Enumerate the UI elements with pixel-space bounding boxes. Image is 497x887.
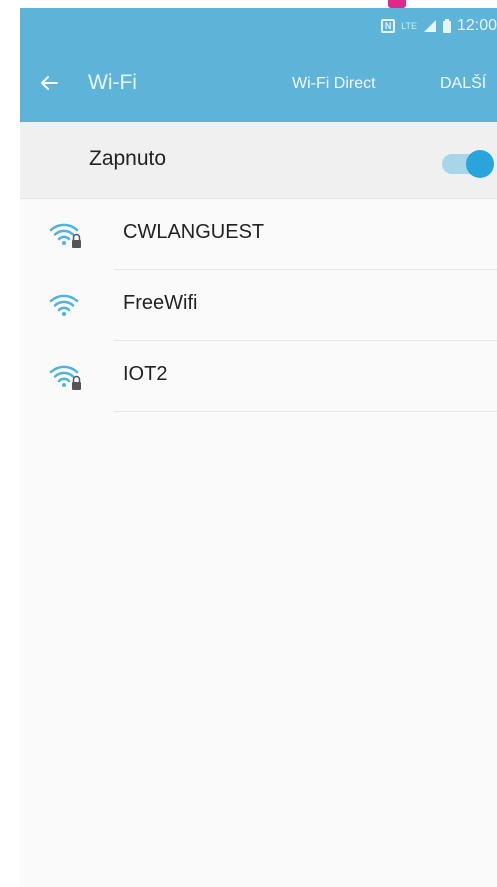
status-icons: N LTE 12:00 — [381, 16, 497, 36]
network-item[interactable]: CWLANGUEST — [20, 199, 497, 270]
network-list: CWLANGUEST FreeWifi IOT2 — [20, 199, 497, 412]
nfc-icon: N — [381, 19, 396, 33]
master-switch-label: Zapnuto — [89, 147, 167, 170]
more-button[interactable]: DALŠÍ — [440, 75, 486, 93]
back-button[interactable] — [34, 70, 64, 100]
network-ssid: IOT2 — [123, 363, 168, 385]
wifi-locked-icon — [49, 363, 83, 391]
divider — [114, 411, 497, 412]
wifi-toggle[interactable] — [442, 150, 497, 178]
wifi-master-switch-row[interactable]: Zapnuto — [20, 122, 497, 199]
network-ssid: CWLANGUEST — [123, 221, 265, 243]
phone-screen: N LTE 12:00 Wi-Fi Wi-Fi Direct DALŠÍ Zap… — [20, 8, 497, 887]
network-item[interactable]: IOT2 — [20, 341, 497, 412]
back-arrow-icon — [40, 75, 58, 96]
page-title: Wi-Fi — [88, 71, 137, 94]
battery-icon — [442, 19, 451, 33]
status-time: 12:00 — [456, 17, 497, 34]
wifi-icon — [49, 292, 83, 320]
notification-indicator — [388, 0, 406, 8]
app-bar: Wi-Fi Wi-Fi Direct DALŠÍ — [20, 48, 497, 122]
network-ssid: FreeWifi — [123, 292, 198, 314]
toggle-thumb — [466, 150, 494, 178]
network-item[interactable]: FreeWifi — [20, 270, 497, 341]
signal-icon — [423, 19, 437, 33]
lte-icon: LTE — [401, 21, 417, 31]
status-bar: N LTE 12:00 — [20, 8, 497, 48]
wifi-locked-icon — [49, 221, 83, 249]
wifi-direct-button[interactable]: Wi-Fi Direct — [292, 75, 376, 93]
